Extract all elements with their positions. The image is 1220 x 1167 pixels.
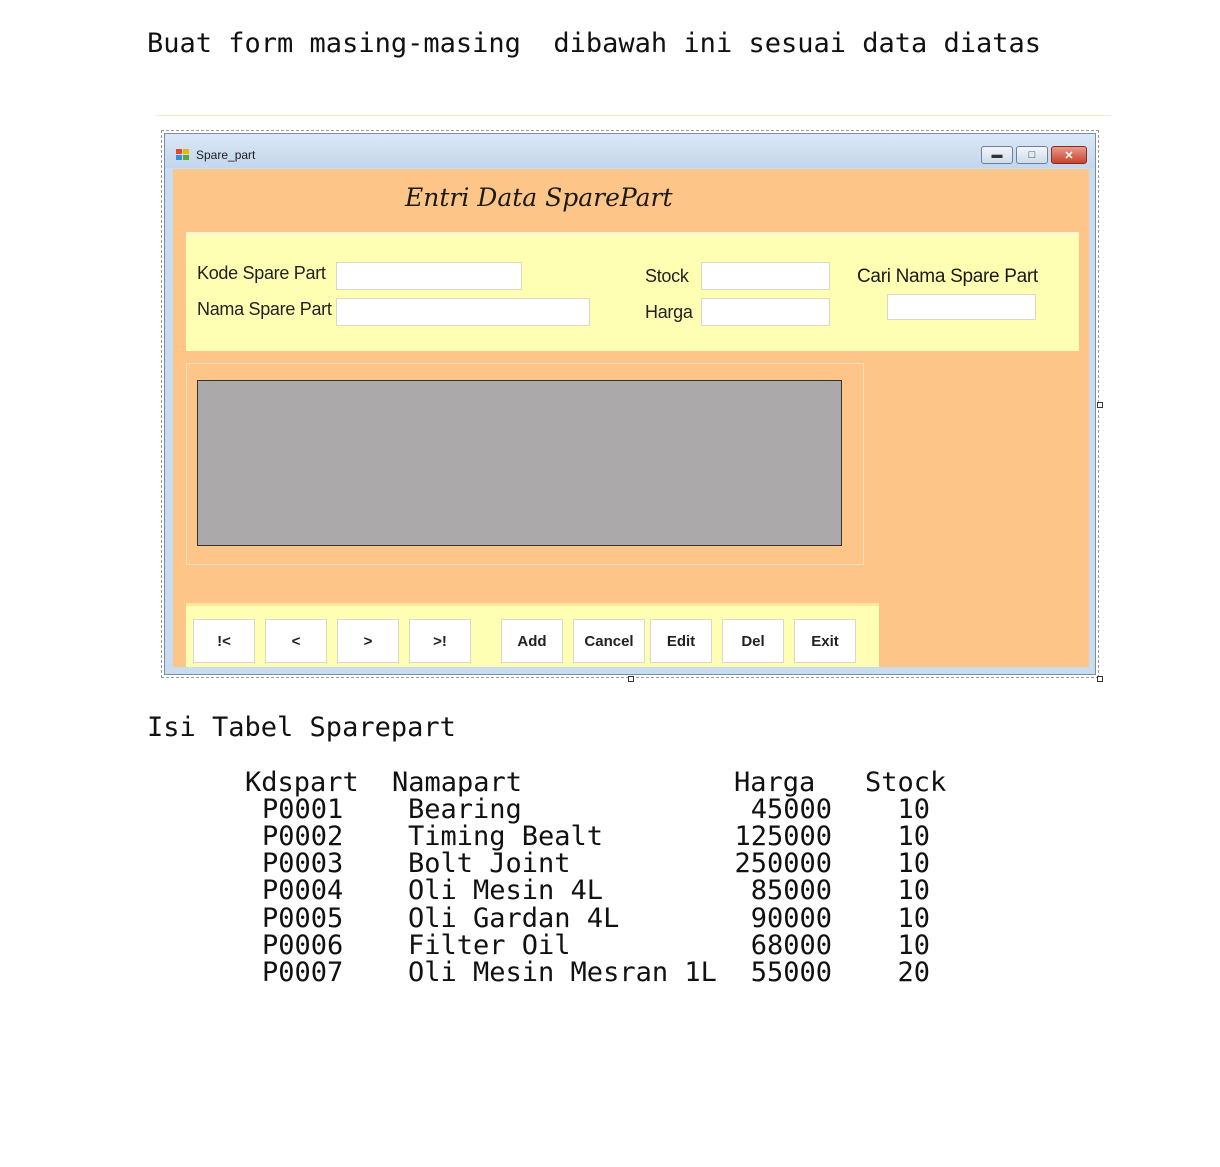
previous-record-button[interactable]: < bbox=[265, 619, 327, 663]
row-3-harga: 250000 bbox=[734, 848, 832, 879]
row-7-harga: 55000 bbox=[750, 957, 832, 988]
resize-handle-right[interactable] bbox=[1097, 402, 1103, 408]
header-harga: Harga bbox=[734, 767, 816, 798]
close-icon: ✕ bbox=[1064, 149, 1074, 162]
instruction-text: Buat form masing-masing dibawah ini sesu… bbox=[147, 28, 1042, 59]
row-6-harga: 68000 bbox=[750, 930, 832, 961]
resize-handle-bottom[interactable] bbox=[628, 676, 634, 682]
add-button[interactable]: Add bbox=[501, 619, 563, 663]
row-1-kdspart: P0001 bbox=[262, 794, 344, 825]
row-6-kdspart: P0006 bbox=[262, 930, 344, 961]
close-button[interactable]: ✕ bbox=[1051, 146, 1087, 164]
row-1-namapart: Bearing bbox=[408, 794, 522, 825]
data-grid-view[interactable] bbox=[197, 380, 842, 546]
cancel-button[interactable]: Cancel bbox=[573, 619, 645, 663]
header-kdspart: Kdspart bbox=[245, 767, 359, 798]
nama-spare-part-input[interactable] bbox=[336, 298, 590, 326]
exit-button[interactable]: Exit bbox=[794, 619, 856, 663]
row-2-kdspart: P0002 bbox=[262, 821, 344, 852]
divider bbox=[156, 115, 1111, 116]
harga-label: Harga bbox=[645, 302, 693, 322]
row-4-namapart: Oli Mesin 4L bbox=[408, 875, 604, 906]
next-record-button[interactable]: > bbox=[337, 619, 399, 663]
row-4-harga: 85000 bbox=[750, 875, 832, 906]
header-stock: Stock bbox=[865, 767, 947, 798]
cari-nama-spare-part-label: Cari Nama Spare Part bbox=[857, 266, 1038, 287]
row-6-namapart: Filter Oil bbox=[408, 930, 571, 961]
maximize-icon: □ bbox=[1028, 149, 1036, 161]
delete-button[interactable]: Del bbox=[722, 619, 784, 663]
row-5-harga: 90000 bbox=[750, 903, 832, 934]
last-record-button[interactable]: >! bbox=[409, 619, 471, 663]
harga-input[interactable] bbox=[701, 298, 830, 326]
row-5-kdspart: P0005 bbox=[262, 903, 344, 934]
header-namapart: Namapart bbox=[392, 767, 523, 798]
maximize-button[interactable]: □ bbox=[1016, 146, 1048, 164]
row-7-kdspart: P0007 bbox=[262, 957, 344, 988]
nama-spare-part-label: Nama Spare Part bbox=[197, 299, 332, 319]
edit-button[interactable]: Edit bbox=[650, 619, 712, 663]
spare-part-window: Spare_part ▬ □ ✕ Entri Data SparePart Ko… bbox=[164, 133, 1096, 675]
row-5-stock: 10 bbox=[897, 903, 930, 934]
app-icon bbox=[176, 149, 189, 160]
row-4-kdspart: P0004 bbox=[262, 875, 344, 906]
row-6-stock: 10 bbox=[897, 930, 930, 961]
row-1-harga: 45000 bbox=[750, 794, 832, 825]
row-2-namapart: Timing Bealt bbox=[408, 821, 604, 852]
title-bar[interactable]: Spare_part ▬ □ ✕ bbox=[165, 134, 1095, 168]
form-heading: Entri Data SparePart bbox=[405, 183, 673, 212]
minimize-icon: ▬ bbox=[991, 149, 1003, 161]
resize-handle-corner[interactable] bbox=[1097, 676, 1103, 682]
row-1-stock: 10 bbox=[897, 794, 930, 825]
window-title: Spare_part bbox=[196, 148, 256, 162]
form-client-area: Entri Data SparePart Kode Spare Part Nam… bbox=[173, 169, 1089, 667]
row-7-namapart: Oli Mesin Mesran 1L bbox=[408, 957, 717, 988]
kode-spare-part-label: Kode Spare Part bbox=[197, 263, 326, 283]
row-4-stock: 10 bbox=[897, 875, 930, 906]
minimize-button[interactable]: ▬ bbox=[981, 146, 1013, 164]
cari-nama-spare-part-input[interactable] bbox=[887, 294, 1036, 320]
table-caption: Isi Tabel Sparepart bbox=[147, 712, 456, 743]
stock-input[interactable] bbox=[701, 262, 830, 290]
row-3-namapart: Bolt Joint bbox=[408, 848, 571, 879]
row-7-stock: 20 bbox=[897, 957, 930, 988]
stock-label: Stock bbox=[645, 266, 689, 286]
row-3-stock: 10 bbox=[897, 848, 930, 879]
row-5-namapart: Oli Gardan 4L bbox=[408, 903, 620, 934]
first-record-button[interactable]: !< bbox=[193, 619, 255, 663]
row-2-harga: 125000 bbox=[734, 821, 832, 852]
input-panel: Kode Spare Part Nama Spare Part Stock Ha… bbox=[186, 232, 1079, 351]
row-2-stock: 10 bbox=[897, 821, 930, 852]
row-3-kdspart: P0003 bbox=[262, 848, 344, 879]
kode-spare-part-input[interactable] bbox=[336, 262, 522, 290]
